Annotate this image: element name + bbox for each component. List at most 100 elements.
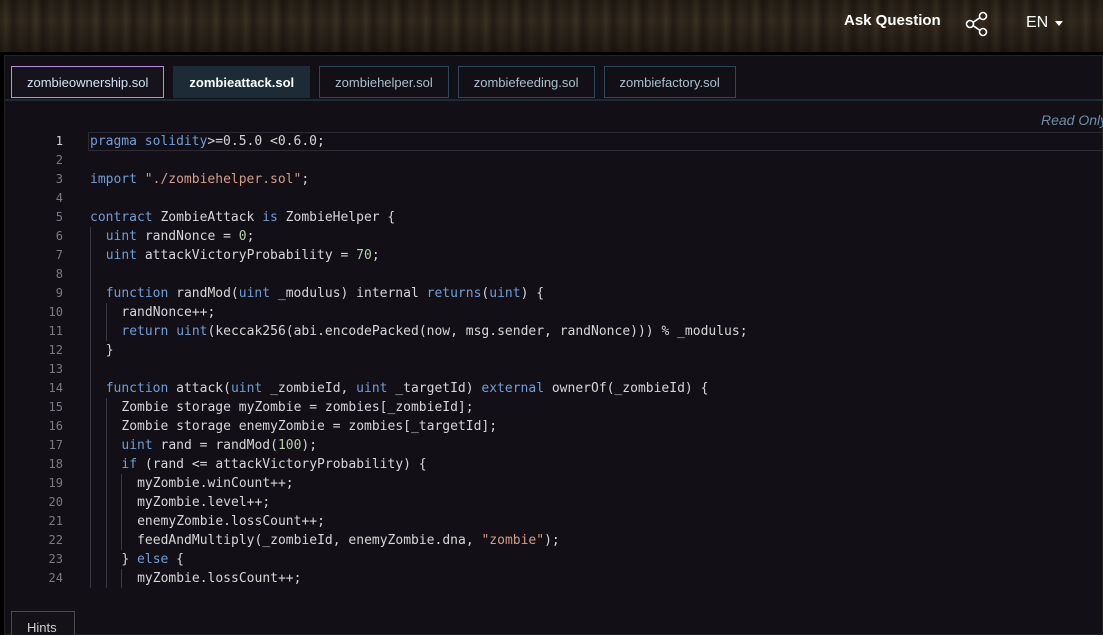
- code-line[interactable]: 8: [5, 265, 1103, 284]
- code-token: ;: [246, 229, 255, 244]
- code-token: feedAndMultiply(_zombieId, enemyZombie.d…: [137, 533, 482, 548]
- code-line[interactable]: 21 enemyZombie.lossCount++;: [5, 512, 1103, 531]
- code-line[interactable]: 23} else {: [5, 550, 1103, 569]
- code-token: "./zombiehelper.sol": [144, 172, 302, 187]
- code-token: randNonce =: [137, 229, 239, 244]
- tab-divider: [5, 99, 1103, 101]
- code-line[interactable]: 24 myZombie.lossCount++;: [5, 569, 1103, 588]
- code-token: attackVictoryProbability =: [137, 248, 357, 263]
- hints-button[interactable]: Hints: [11, 611, 75, 635]
- indent-guide: [105, 303, 107, 322]
- code-line[interactable]: 4: [5, 189, 1103, 208]
- indent-guide: [105, 569, 107, 588]
- code-line[interactable]: 7 uint attackVictoryProbability = 70;: [5, 246, 1103, 265]
- code-token: uint: [356, 381, 388, 396]
- language-selector[interactable]: EN: [1026, 14, 1064, 32]
- code-token: >=0.5.0 <0.6.0;: [207, 134, 325, 149]
- code-token: external: [481, 381, 545, 396]
- line-number: 20: [48, 495, 63, 509]
- code-token: uint: [105, 229, 137, 244]
- line-number: 21: [48, 514, 63, 528]
- code-text: randNonce++;: [121, 303, 215, 322]
- code-line[interactable]: 19 myZombie.winCount++;: [5, 474, 1103, 493]
- code-text: import "./zombiehelper.sol";: [90, 170, 309, 189]
- indent-guide: [105, 512, 107, 531]
- code-text: }: [106, 341, 114, 360]
- code-text: Zombie storage enemyZombie = zombies[_ta…: [121, 417, 497, 436]
- code-line[interactable]: 16 Zombie storage enemyZombie = zombies[_…: [5, 417, 1103, 436]
- code-line[interactable]: 11 return uint(keccak256(abi.encodePacked…: [5, 322, 1103, 341]
- code-line[interactable]: 15 Zombie storage myZombie = zombies[_zom…: [5, 398, 1103, 417]
- code-line[interactable]: 22 feedAndMultiply(_zombieId, enemyZombie…: [5, 531, 1103, 550]
- line-number: 15: [48, 400, 63, 414]
- indent-guide: [105, 436, 107, 455]
- code-line[interactable]: 20 myZombie.level++;: [5, 493, 1103, 512]
- code-token: ownerOf(_zombieId) {: [544, 381, 709, 396]
- code-line[interactable]: 17 uint rand = randMod(100);: [5, 436, 1103, 455]
- code-text: contract ZombieAttack is ZombieHelper {: [90, 208, 395, 227]
- code-token: Zombie storage enemyZombie = zombies[_ta…: [121, 419, 498, 434]
- line-number: 14: [48, 381, 63, 395]
- indent-guide: [121, 493, 123, 512]
- code-line[interactable]: 12}: [5, 341, 1103, 360]
- share-icon[interactable]: [965, 11, 989, 37]
- indent-guide: [90, 360, 91, 379]
- code-token: _modulus) internal: [270, 286, 427, 301]
- code-token: );: [301, 438, 318, 453]
- code-token: _targetId): [387, 381, 482, 396]
- code-token: }: [105, 343, 114, 358]
- code-line[interactable]: 14 function attack(uint _zombieId, uint _…: [5, 379, 1103, 398]
- tab-zombiefactory[interactable]: zombiefactory.sol: [603, 66, 736, 98]
- indent-guide: [105, 550, 107, 569]
- code-token: (rand <= attackVictoryProbability) {: [137, 457, 427, 472]
- top-bar: Ask Question EN: [0, 0, 1103, 52]
- tab-zombieattack[interactable]: zombieattack.sol: [173, 66, 311, 98]
- code-text: } else {: [121, 550, 184, 569]
- code-line[interactable]: 9 function randMod(uint _modulus) interna…: [5, 284, 1103, 303]
- code-editor[interactable]: 1 pragma solidity>=0.5.0 <0.6.0; 2 3 import …: [5, 132, 1103, 588]
- code-token: "zombie": [481, 533, 545, 548]
- code-line[interactable]: 2: [5, 151, 1103, 170]
- code-text: myZombie.winCount++;: [137, 474, 294, 493]
- code-line[interactable]: 10 randNonce++;: [5, 303, 1103, 322]
- code-line[interactable]: 3 import "./zombiehelper.sol";: [5, 170, 1103, 189]
- indent-guide: [105, 531, 107, 550]
- indent-guide: [121, 474, 123, 493]
- code-token: attack(: [168, 381, 231, 396]
- code-line[interactable]: 13: [5, 360, 1103, 379]
- code-token: ) {: [520, 286, 545, 301]
- line-number: 3: [55, 172, 63, 186]
- code-text: Zombie storage myZombie = zombies[_zombi…: [121, 398, 473, 417]
- code-line[interactable]: 18 if (rand <= attackVictoryProbability) …: [5, 455, 1103, 474]
- tab-zombiefeeding[interactable]: zombiefeeding.sol: [457, 66, 595, 98]
- code-text: uint randNonce = 0;: [106, 227, 255, 246]
- code-text: if (rand <= attackVictoryProbability) {: [121, 455, 426, 474]
- line-number: 7: [55, 248, 63, 262]
- code-token: myZombie.lossCount++;: [137, 571, 302, 586]
- code-line[interactable]: 6 uint randNonce = 0;: [5, 227, 1103, 246]
- indent-guide: [105, 417, 107, 436]
- code-token: myZombie.level++;: [137, 495, 271, 510]
- tab-zombieownership[interactable]: zombieownership.sol: [11, 66, 165, 98]
- code-token: else: [137, 552, 169, 567]
- code-line[interactable]: 5 contract ZombieAttack is ZombieHelper {: [5, 208, 1103, 227]
- code-token: return: [121, 324, 169, 339]
- indent-guide: [90, 303, 91, 322]
- code-line[interactable]: 1 pragma solidity>=0.5.0 <0.6.0;: [5, 132, 1103, 151]
- indent-guide: [121, 531, 123, 550]
- indent-guide: [90, 455, 91, 474]
- code-token: contract: [90, 210, 153, 225]
- line-number: 22: [48, 533, 63, 547]
- indent-guide: [105, 493, 107, 512]
- indent-guide: [90, 341, 91, 360]
- code-text: function randMod(uint _modulus) internal…: [106, 284, 544, 303]
- code-token: ;: [301, 172, 310, 187]
- code-token: ;: [371, 248, 380, 263]
- line-number: 13: [48, 362, 63, 376]
- code-token: function: [105, 381, 169, 396]
- indent-guide: [90, 569, 91, 588]
- line-number: 6: [55, 229, 63, 243]
- indent-guide: [90, 493, 91, 512]
- ask-question-link[interactable]: Ask Question: [844, 12, 941, 29]
- tab-zombiehelper[interactable]: zombiehelper.sol: [319, 66, 449, 98]
